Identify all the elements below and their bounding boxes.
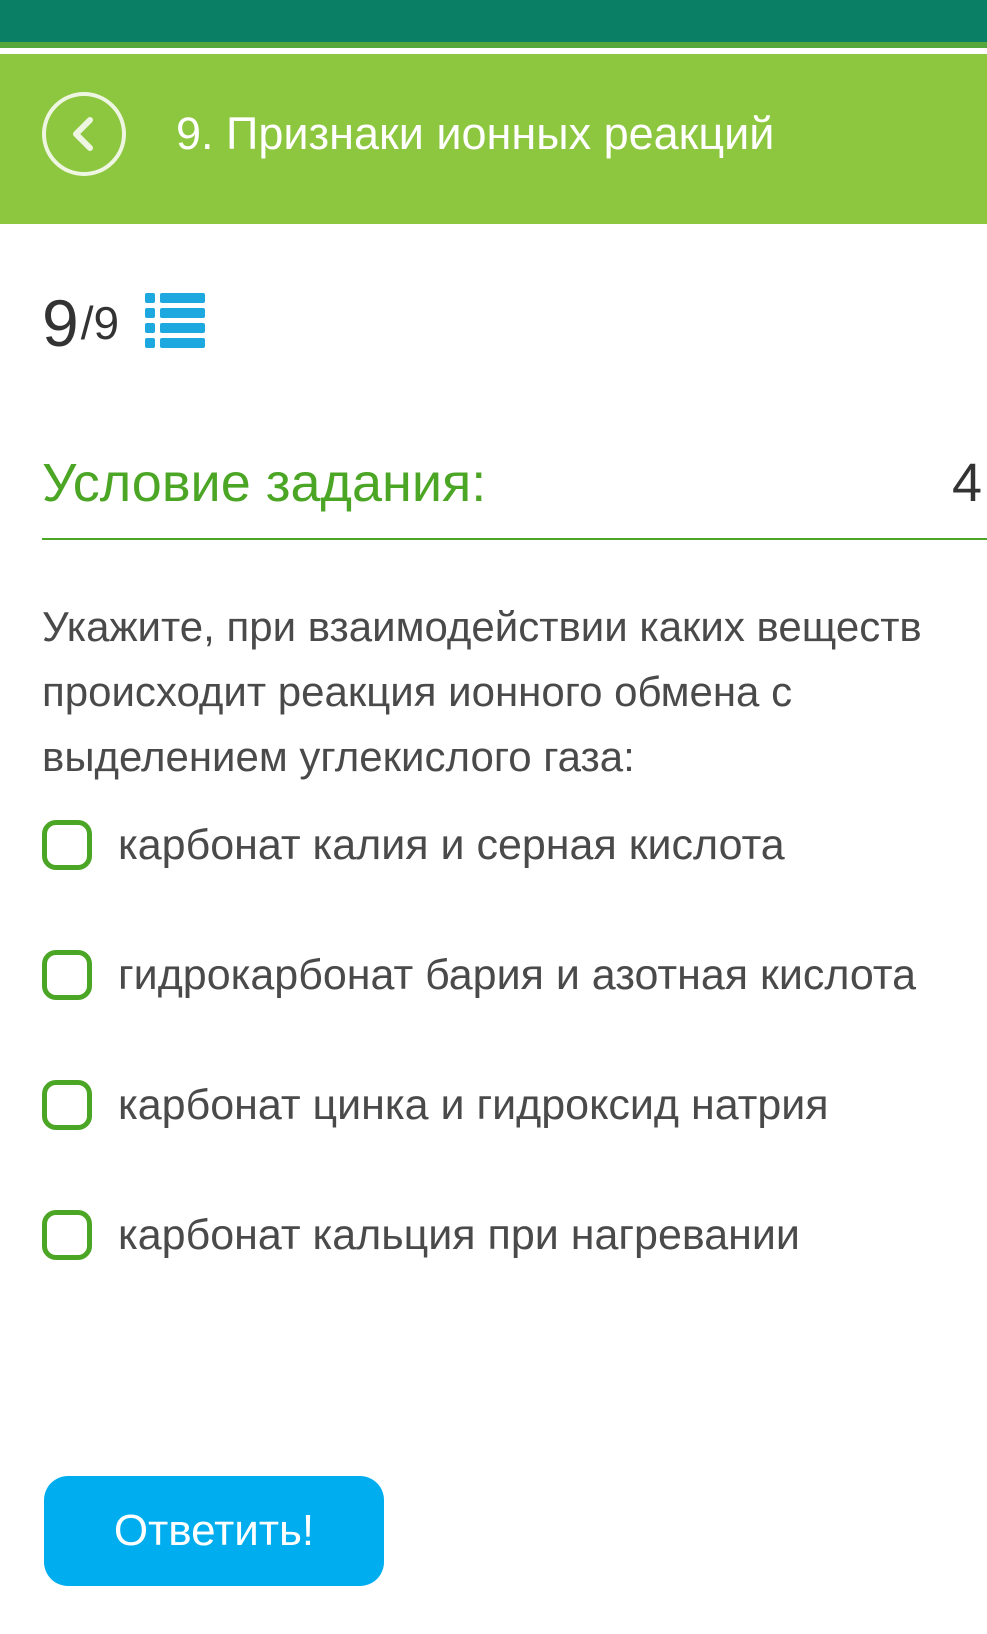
status-bar [0, 0, 987, 48]
condition-divider [42, 538, 987, 540]
progress-current: 9 [42, 286, 79, 360]
answer-option[interactable]: карбонат кальция при нагревании [42, 1205, 800, 1265]
answer-label: гидрокарбонат бария и азотная кислота [118, 950, 917, 999]
answer-checkbox[interactable] [42, 1080, 92, 1130]
header-bar: 9. Признаки ионных реакций [0, 54, 987, 224]
answer-checkbox[interactable] [42, 1210, 92, 1260]
back-button[interactable] [42, 92, 126, 176]
condition-points: 4 [952, 453, 983, 513]
answer-checkbox[interactable] [42, 820, 92, 870]
answer-option[interactable]: гидрокарбонат бария и азотная кислота [42, 945, 916, 1005]
answer-label: карбонат кальция при нагревании [118, 1210, 800, 1259]
condition-title: Условие задания: [42, 453, 487, 513]
question-text: Укажите, при взаимодействии каких вещест… [42, 603, 922, 780]
page-title: 9. Признаки ионных реакций [176, 108, 775, 159]
answer-option[interactable]: карбонат калия и серная кислота [42, 815, 785, 875]
progress-total: 9 [93, 297, 120, 349]
list-icon[interactable] [145, 291, 206, 349]
answer-label: карбонат цинка и гидроксид натрия [118, 1080, 829, 1129]
progress-indicator: 9 / 9 [42, 286, 206, 360]
submit-answer-button[interactable]: Ответить! [44, 1476, 384, 1586]
answer-checkbox[interactable] [42, 950, 92, 1000]
progress-separator: / [80, 297, 94, 349]
answer-option[interactable]: карбонат цинка и гидроксид натрия [42, 1075, 829, 1135]
answer-label: карбонат калия и серная кислота [118, 820, 785, 869]
quiz-page: 9. Признаки ионных реакций 9 / 9 Условие… [0, 0, 987, 1634]
chevron-left-icon [73, 117, 93, 151]
